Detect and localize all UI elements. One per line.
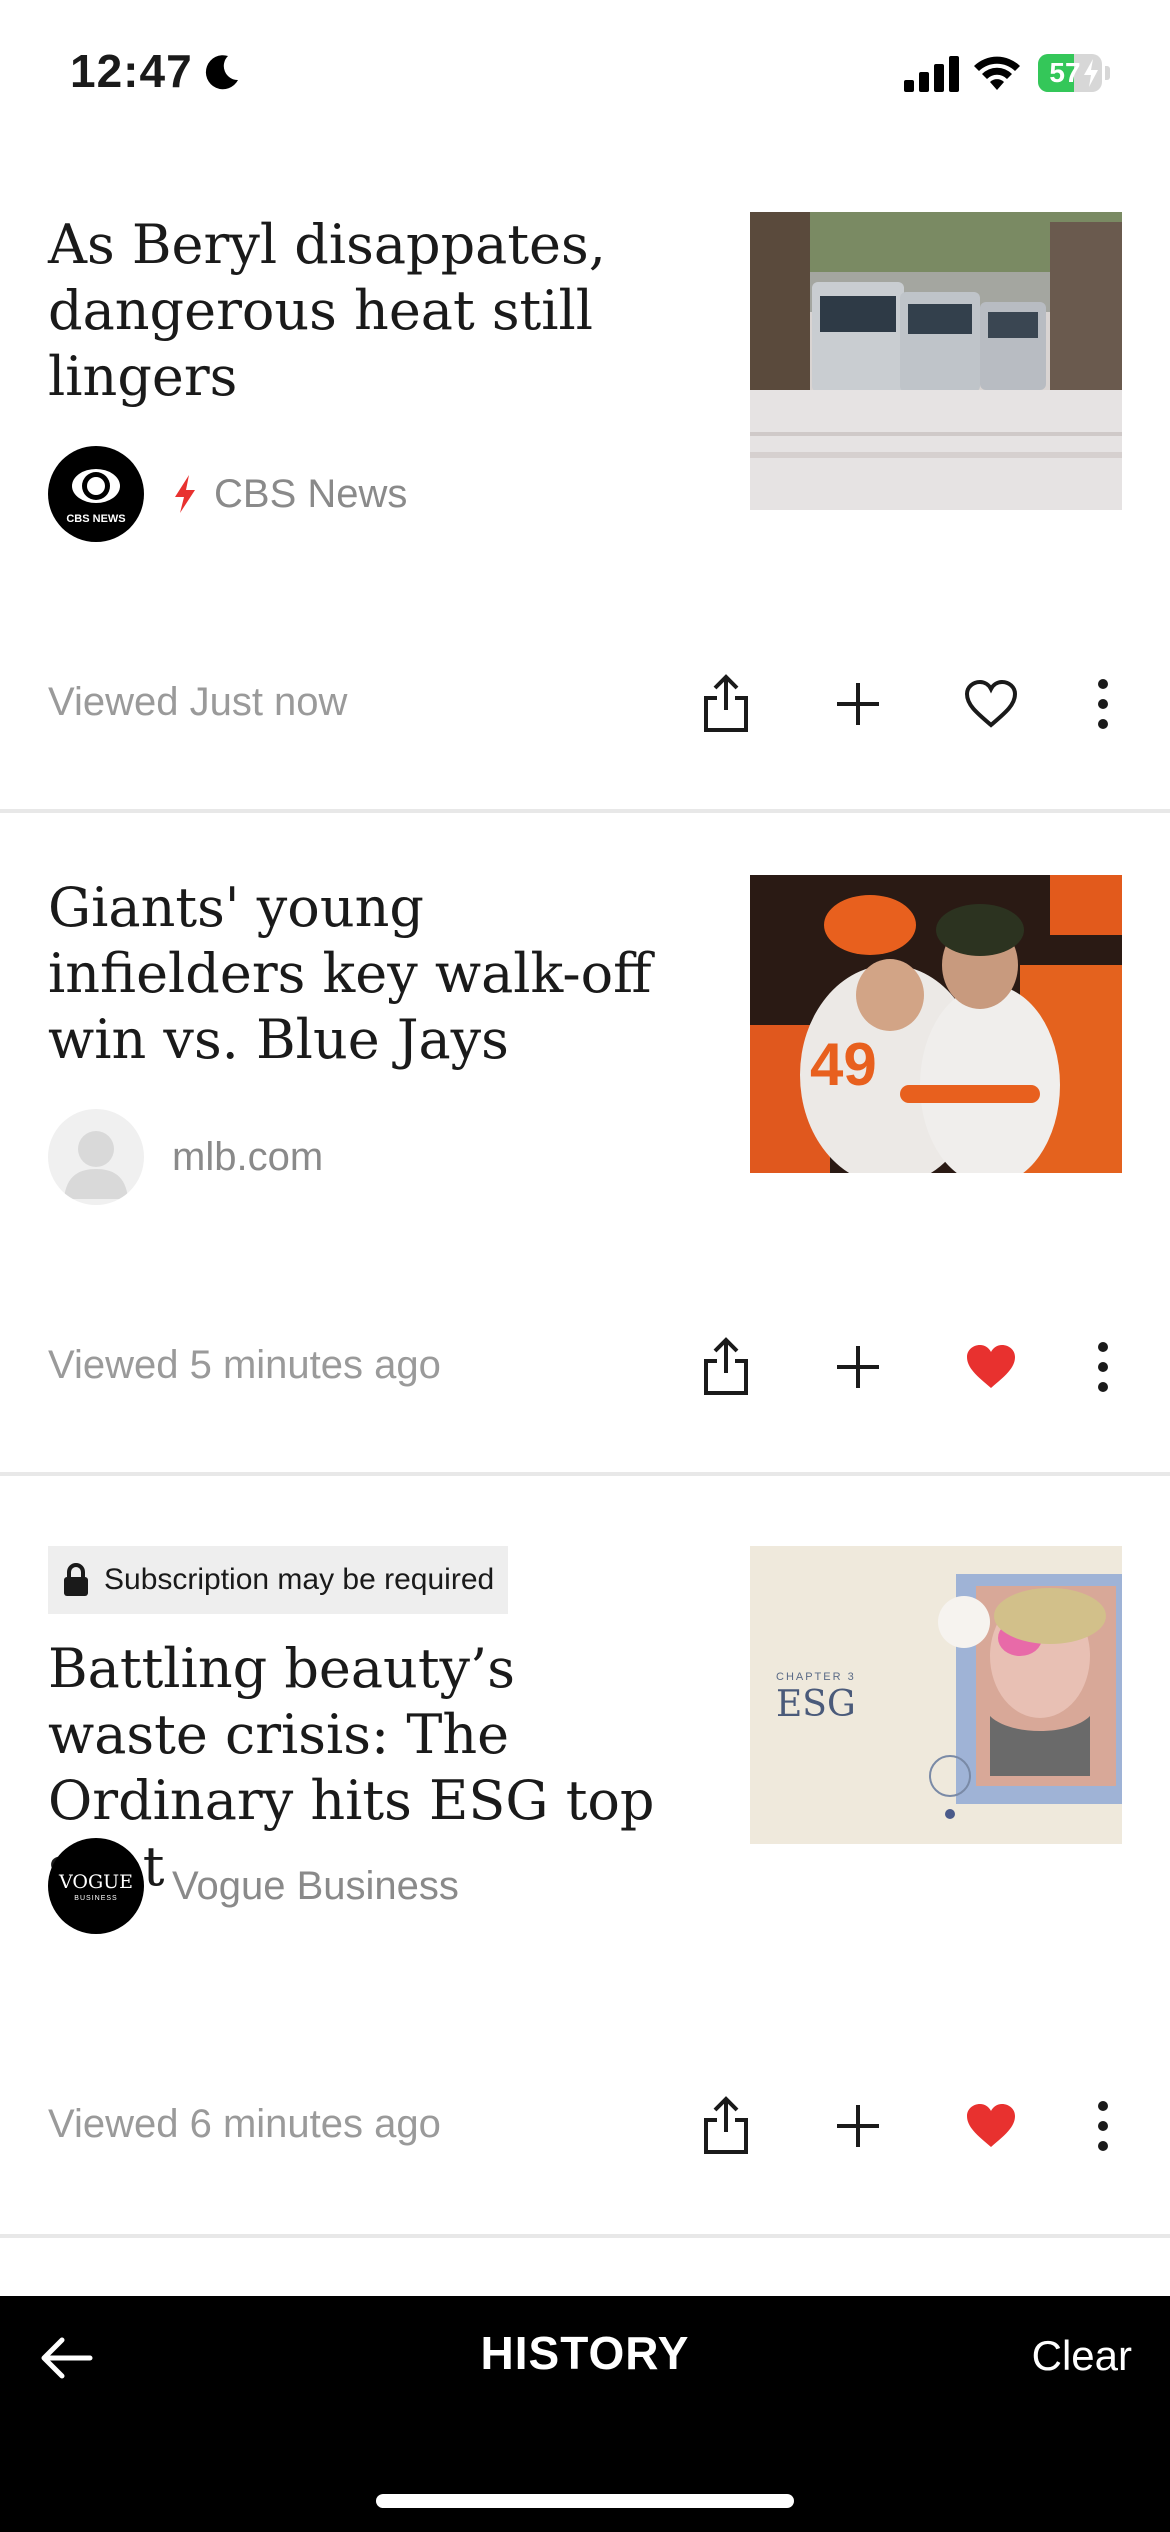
chapter-label: CHAPTER 3 <box>776 1671 856 1683</box>
wifi-icon <box>974 56 1020 90</box>
subscription-badge: Subscription may be required <box>48 1546 509 1614</box>
more-options-button[interactable] <box>1067 2090 1139 2162</box>
article-title[interactable]: As Beryl disappates, dangerous heat stil… <box>48 212 688 410</box>
source-row[interactable]: VOGUE BUSINESS Vogue Business <box>48 1838 459 1934</box>
heart-filled-icon <box>967 1345 1015 1388</box>
add-button[interactable] <box>822 2090 894 2162</box>
cbs-logo-text: CBS NEWS <box>66 513 125 525</box>
source-name[interactable]: CBS News <box>214 472 407 517</box>
share-icon <box>704 1337 748 1395</box>
viewed-timestamp: Viewed 6 minutes ago <box>48 2102 441 2146</box>
plus-icon <box>837 1346 879 1388</box>
heart-filled-icon <box>967 2104 1015 2147</box>
article-thumbnail[interactable] <box>750 212 1122 510</box>
source-row[interactable]: CBS NEWS CBS News <box>48 446 407 542</box>
more-vertical-icon <box>1098 1342 1108 1392</box>
status-bar: 12:47 57 <box>0 0 1170 150</box>
add-button[interactable] <box>822 1331 894 1403</box>
article-title[interactable]: Giants' young infielders key walk-off wi… <box>48 875 688 1073</box>
vogue-business-logo: VOGUE BUSINESS <box>48 1838 144 1934</box>
avatar-placeholder-icon <box>48 1109 144 1205</box>
article-thumbnail[interactable]: 49 <box>750 875 1122 1173</box>
heart-outline-icon <box>964 679 1018 728</box>
more-vertical-icon <box>1098 679 1108 729</box>
charging-bolt-icon <box>1084 59 1098 87</box>
vogue-logo-subtext: BUSINESS <box>74 1895 117 1902</box>
article-card[interactable]: Subscription may be required Battling be… <box>0 1476 1170 2238</box>
favorite-button[interactable] <box>955 668 1027 740</box>
share-icon <box>704 2096 748 2154</box>
more-options-button[interactable] <box>1067 668 1139 740</box>
moon-icon <box>205 55 238 90</box>
share-button[interactable] <box>690 2090 762 2162</box>
history-feed: As Beryl disappates, dangerous heat stil… <box>0 150 1170 2238</box>
share-button[interactable] <box>690 1331 762 1403</box>
subscription-note: Subscription may be required <box>104 1563 495 1596</box>
source-name[interactable]: mlb.com <box>172 1135 323 1180</box>
tram-street-image <box>750 212 1122 510</box>
esg-label: ESG <box>776 1684 856 1725</box>
favorite-button[interactable] <box>955 2090 1027 2162</box>
status-time: 12:47 <box>70 45 193 97</box>
vogue-logo-text: VOGUE <box>58 1871 133 1893</box>
battery-icon: 57 <box>1038 54 1110 92</box>
baseball-celebration-image: 49 <box>750 875 1122 1173</box>
signal-icon <box>904 56 959 92</box>
source-name[interactable]: Vogue Business <box>172 1864 459 1909</box>
viewed-timestamp: Viewed Just now <box>48 680 348 724</box>
more-options-button[interactable] <box>1067 1331 1139 1403</box>
clear-button[interactable]: Clear <box>1032 2332 1132 2380</box>
page-title: HISTORY <box>480 2327 690 2379</box>
share-button[interactable] <box>690 668 762 740</box>
cbs-news-logo: CBS NEWS <box>48 446 144 542</box>
article-card[interactable]: Giants' young infielders key walk-off wi… <box>0 813 1170 1476</box>
breaking-bolt-icon <box>175 475 195 513</box>
plus-icon <box>837 683 879 725</box>
svg-text:49: 49 <box>810 1031 877 1098</box>
add-button[interactable] <box>822 668 894 740</box>
esg-collage-image: CHAPTER 3 ESG <box>750 1546 1122 1844</box>
article-thumbnail[interactable]: CHAPTER 3 ESG <box>750 1546 1122 1844</box>
lock-icon <box>64 1563 88 1596</box>
more-vertical-icon <box>1098 2101 1108 2151</box>
bottom-navigation-bar: HISTORY Clear <box>0 2296 1170 2532</box>
plus-icon <box>837 2105 879 2147</box>
viewed-timestamp: Viewed 5 minutes ago <box>48 1343 441 1387</box>
home-indicator[interactable] <box>376 2494 794 2508</box>
article-card[interactable]: As Beryl disappates, dangerous heat stil… <box>0 150 1170 813</box>
favorite-button[interactable] <box>955 1331 1027 1403</box>
source-row[interactable]: mlb.com <box>48 1109 323 1205</box>
share-icon <box>704 674 748 732</box>
